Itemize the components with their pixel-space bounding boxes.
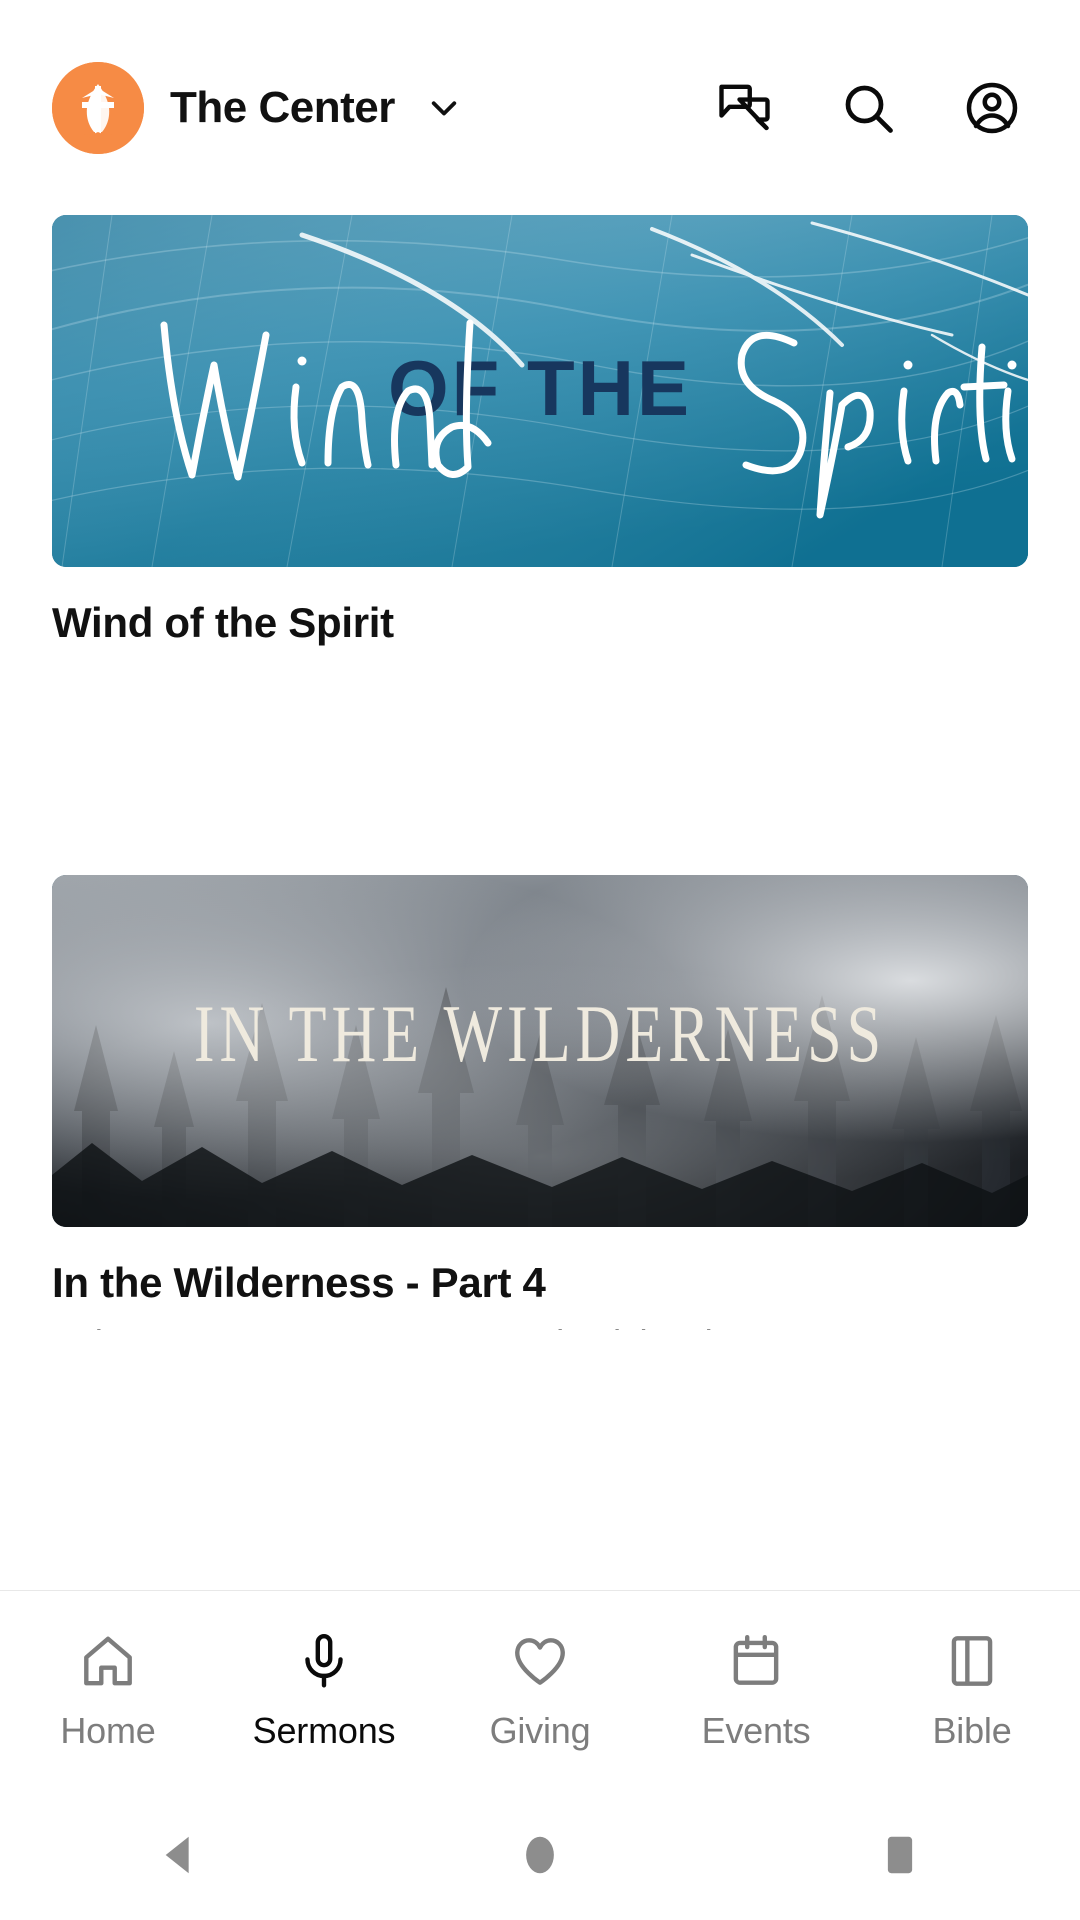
- sermon-card[interactable]: OF THE Wind of the Spirit: [0, 215, 1080, 647]
- sermon-artwork-in-the-wilderness[interactable]: IN THE WILDERNESS: [52, 875, 1028, 1227]
- tab-home[interactable]: Home: [0, 1630, 216, 1752]
- tab-sermons[interactable]: Sermons: [216, 1630, 432, 1752]
- app-header: The Center: [0, 0, 1080, 215]
- feed-spacer: [0, 647, 1080, 875]
- home-icon: [84, 1636, 132, 1685]
- heart-icon: [515, 1637, 565, 1685]
- triangle-back-icon[interactable]: [154, 1829, 206, 1881]
- sermon-card[interactable]: IN THE WILDERNESS In the Wilderness - Pa…: [0, 875, 1080, 1330]
- brand-name: The Center: [170, 82, 395, 132]
- chat-bubbles-icon[interactable]: [714, 78, 774, 138]
- account-circle-icon[interactable]: [962, 78, 1022, 138]
- church-switcher[interactable]: The Center: [52, 61, 463, 154]
- tab-bible[interactable]: Bible: [864, 1630, 1080, 1752]
- tab-label: Bible: [932, 1709, 1012, 1751]
- chevron-down-icon[interactable]: [425, 89, 463, 127]
- sermon-artwork-wind-of-the-spirit[interactable]: OF THE: [52, 215, 1028, 567]
- square-recents-icon[interactable]: [874, 1829, 926, 1881]
- android-system-nav: [0, 1790, 1080, 1920]
- header-actions: [714, 78, 1028, 138]
- sermon-title: In the Wilderness - Part 4: [52, 1259, 546, 1306]
- microphone-icon: [305, 1633, 343, 1687]
- app-screen: The Center OF THE Wind of the Spirit IN …: [0, 0, 1080, 1920]
- sermon-meta: February 12, 2023 · Pastor Josh Richards…: [52, 1323, 1028, 1330]
- tab-label: Events: [701, 1709, 811, 1751]
- book-icon: [951, 1635, 993, 1686]
- calendar-icon: [733, 1634, 779, 1685]
- sermon-title: Wind of the Spirit: [52, 599, 394, 646]
- church-cross-circle-logo: [52, 61, 144, 154]
- svg-text:IN THE WILDERNESS: IN THE WILDERNESS: [194, 988, 886, 1079]
- tab-label: Home: [60, 1709, 156, 1751]
- tab-label: Sermons: [252, 1709, 396, 1751]
- circle-home-icon[interactable]: [514, 1829, 566, 1881]
- search-icon[interactable]: [838, 78, 898, 138]
- tab-label: Giving: [489, 1709, 591, 1751]
- sermon-feed[interactable]: OF THE Wind of the Spirit IN THE WILDERN…: [0, 215, 1080, 1330]
- bottom-tab-bar: Home Sermons Giving Events Bible: [0, 1590, 1080, 1790]
- tab-events[interactable]: Events: [648, 1630, 864, 1752]
- svg-text:OF THE: OF THE: [388, 344, 692, 432]
- tab-giving[interactable]: Giving: [432, 1630, 648, 1752]
